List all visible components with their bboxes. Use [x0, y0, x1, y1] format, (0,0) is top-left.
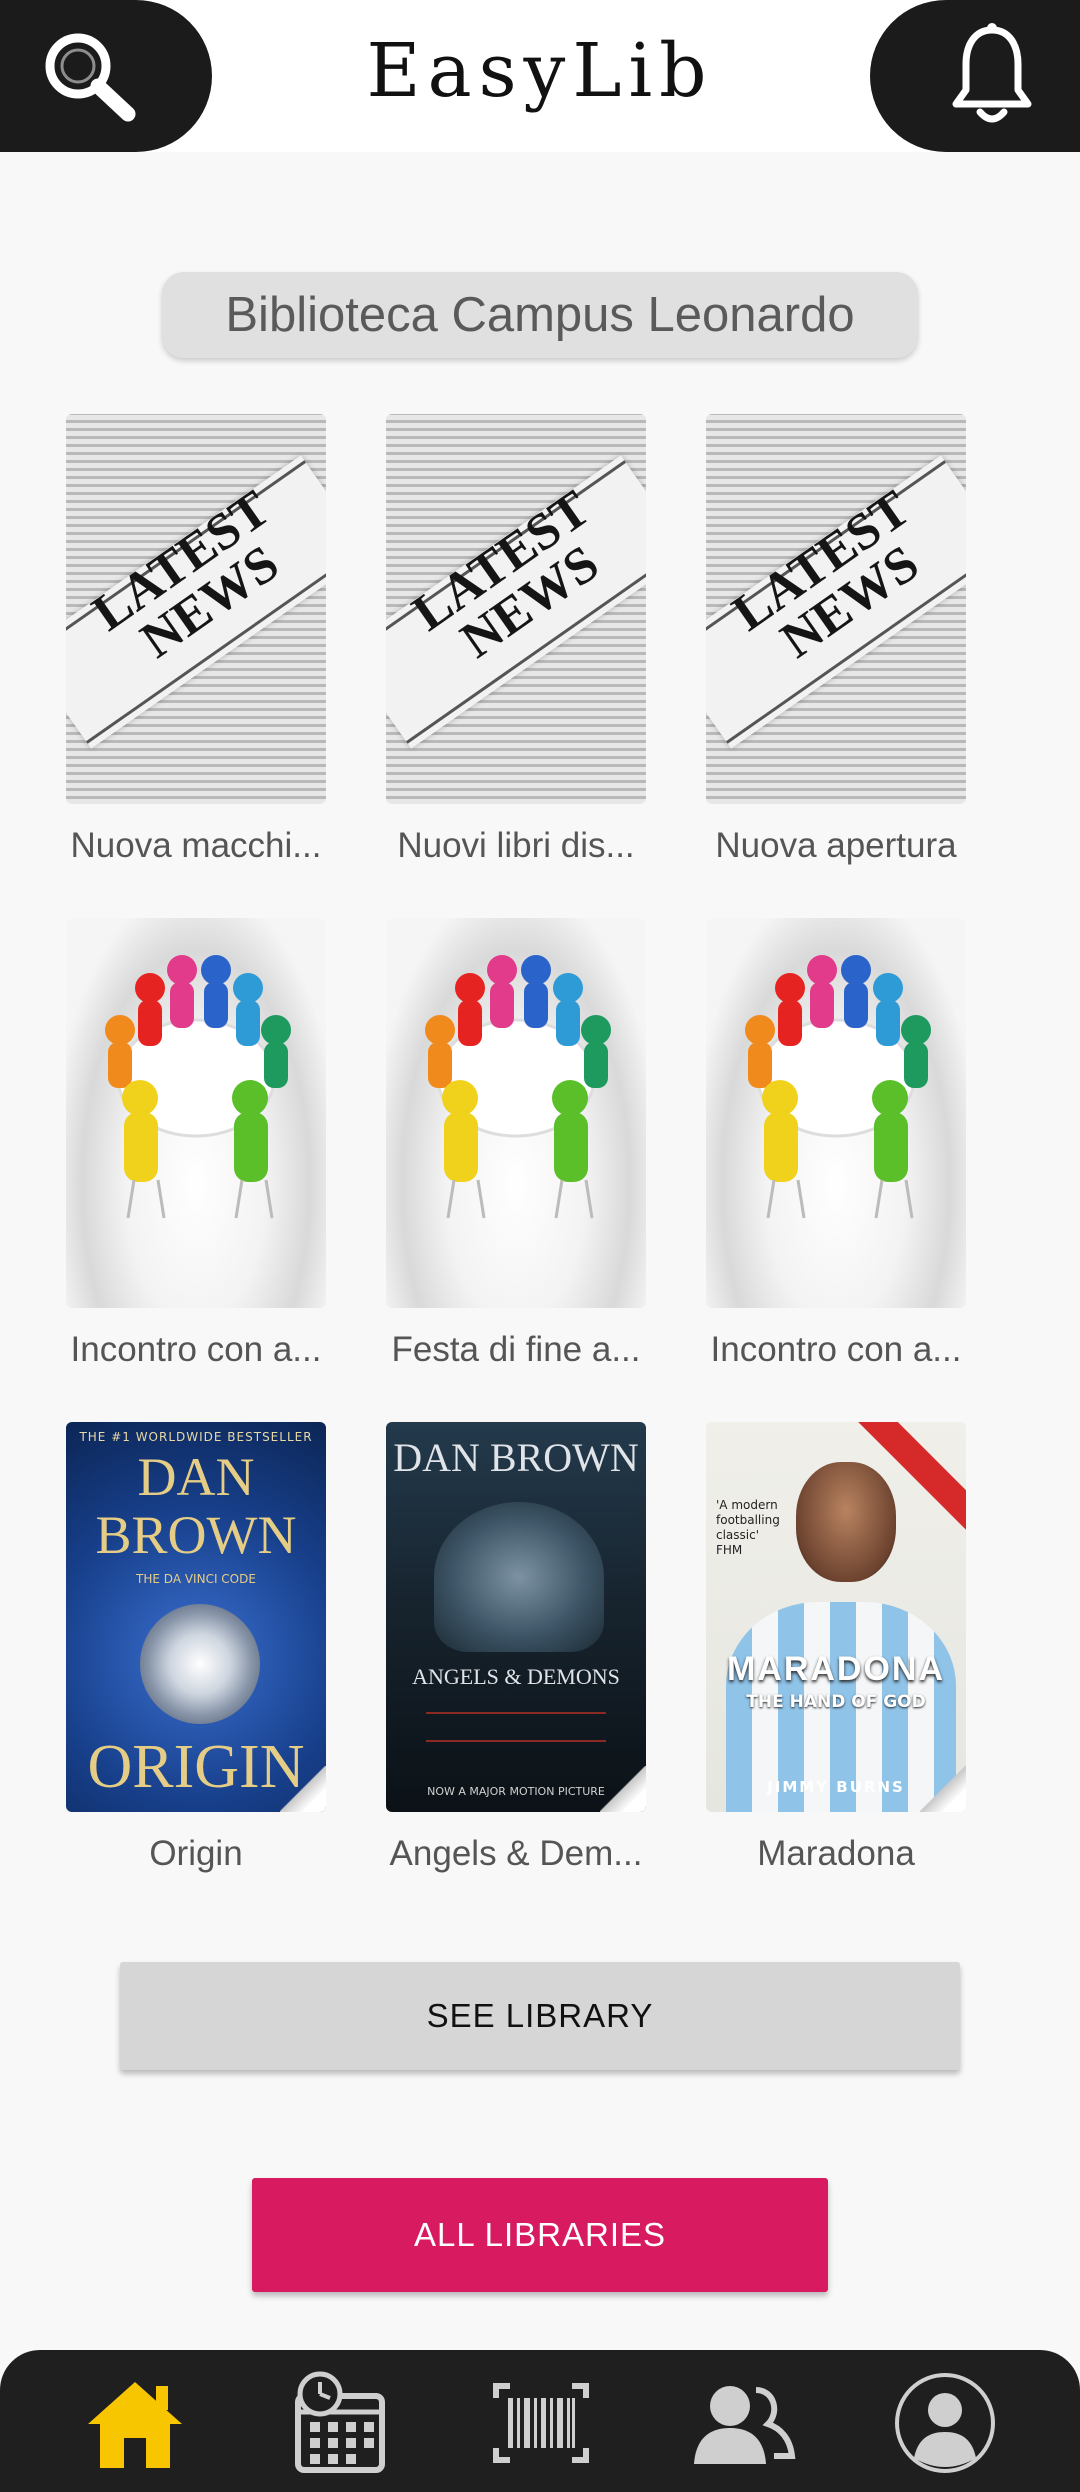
search-icon — [45, 33, 136, 122]
cover-angel-art — [434, 1502, 604, 1652]
account-icon — [895, 2373, 995, 2473]
search-button[interactable] — [0, 0, 212, 152]
book-cover: 'A modern footballing classic' FHM MARAD… — [706, 1422, 966, 1812]
cover-portrait-art — [796, 1462, 896, 1582]
news-item[interactable]: LATEST NEWS Nuova macchi... — [66, 414, 326, 865]
news-image: LATEST NEWS — [66, 414, 326, 804]
page-curl — [600, 1766, 646, 1812]
see-library-button[interactable]: SEE LIBRARY — [120, 1962, 960, 2070]
event-caption: Incontro con a... — [70, 1330, 322, 1369]
nav-home[interactable] — [80, 2368, 190, 2478]
cover-subtitle: THE DA VINCI CODE — [136, 1572, 256, 1586]
event-item[interactable]: Festa di fine a... — [386, 918, 646, 1369]
cover-tagline: THE #1 WORLDWIDE BESTSELLER — [79, 1430, 313, 1444]
cover-rule — [426, 1712, 606, 1742]
event-image — [386, 918, 646, 1308]
book-caption: Angels & Dem... — [389, 1834, 643, 1873]
cover-title: MARADONA — [726, 1650, 946, 1688]
all-libraries-button[interactable]: ALL LIBRARIES — [252, 2178, 828, 2292]
news-item[interactable]: LATEST NEWS Nuova apertura — [706, 414, 966, 865]
bottom-navigation — [0, 2350, 1080, 2492]
book-item[interactable]: THE #1 WORLDWIDE BESTSELLER DAN BROWN TH… — [66, 1422, 326, 1873]
news-caption: Nuova macchi... — [70, 826, 322, 865]
page-curl — [920, 1766, 966, 1812]
page-curl — [280, 1766, 326, 1812]
bell-icon — [952, 23, 1032, 123]
cover-author: DAN BROWN — [95, 1447, 297, 1565]
event-image — [706, 918, 966, 1308]
event-item[interactable]: Incontro con a... — [66, 918, 326, 1369]
meeting-people-icon — [425, 955, 611, 1219]
news-image: LATEST NEWS — [706, 414, 966, 804]
book-caption: Maradona — [757, 1834, 915, 1873]
library-name[interactable]: Biblioteca Campus Leonardo — [162, 272, 918, 358]
cover-subtitle: THE HAND OF GOD — [746, 1692, 926, 1712]
calendar-clock-icon — [295, 2371, 385, 2473]
cover-spiral-art — [140, 1604, 260, 1724]
event-item[interactable]: Incontro con a... — [706, 918, 966, 1369]
home-icon — [88, 2382, 182, 2468]
notifications-button[interactable] — [870, 0, 1080, 152]
book-item[interactable]: 'A modern footballing classic' FHM MARAD… — [706, 1422, 966, 1873]
news-item[interactable]: LATEST NEWS Nuovi libri dis... — [386, 414, 646, 865]
news-caption: Nuovi libri dis... — [397, 826, 635, 865]
cover-author: DAN BROWN — [393, 1435, 639, 1480]
book-item[interactable]: DAN BROWN ANGELS & DEMONS NOW A MAJOR MO… — [386, 1422, 646, 1873]
news-image: LATEST NEWS — [386, 414, 646, 804]
nav-calendar[interactable] — [284, 2368, 394, 2478]
nav-profile[interactable] — [890, 2368, 1000, 2478]
app-title: EasyLib — [366, 28, 714, 114]
top-bar: EasyLib — [0, 0, 1080, 152]
book-cover: THE #1 WORLDWIDE BESTSELLER DAN BROWN TH… — [66, 1422, 326, 1812]
event-caption: Festa di fine a... — [391, 1330, 641, 1369]
event-caption: Incontro con a... — [710, 1330, 962, 1369]
book-cover: DAN BROWN ANGELS & DEMONS NOW A MAJOR MO… — [386, 1422, 646, 1812]
barcode-icon — [493, 2383, 589, 2463]
users-icon — [694, 2386, 796, 2464]
meeting-people-icon — [105, 955, 291, 1219]
meeting-people-icon — [745, 955, 931, 1219]
news-caption: Nuova apertura — [715, 826, 957, 865]
event-image — [66, 918, 326, 1308]
nav-scan[interactable] — [486, 2368, 596, 2478]
book-caption: Origin — [149, 1834, 243, 1873]
cover-title: ANGELS & DEMONS — [412, 1664, 620, 1689]
cover-quote: 'A modern footballing classic' FHM — [716, 1498, 780, 1557]
nav-community[interactable] — [688, 2368, 798, 2478]
